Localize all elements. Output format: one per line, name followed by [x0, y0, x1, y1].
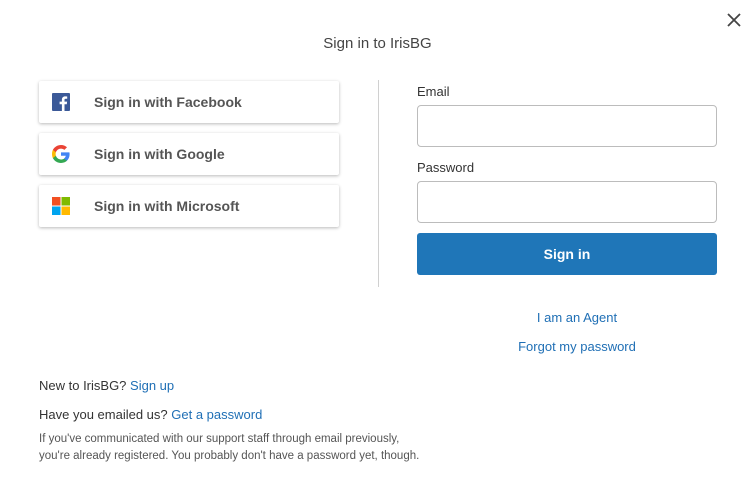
email-label: Email: [417, 84, 450, 99]
get-password-link[interactable]: Get a password: [171, 407, 262, 422]
signin-button[interactable]: Sign in: [417, 233, 717, 275]
close-icon: [724, 10, 744, 30]
microsoft-icon: [52, 197, 70, 215]
new-user-line: New to IrisBG? Sign up: [39, 378, 174, 393]
google-signin-button[interactable]: Sign in with Google: [39, 133, 339, 175]
password-label: Password: [417, 160, 475, 175]
microsoft-signin-label: Sign in with Microsoft: [94, 198, 240, 214]
google-signin-label: Sign in with Google: [94, 146, 225, 162]
facebook-signin-label: Sign in with Facebook: [94, 94, 242, 110]
signup-link[interactable]: Sign up: [130, 378, 174, 393]
emailed-line: Have you emailed us? Get a password: [39, 407, 262, 422]
microsoft-signin-button[interactable]: Sign in with Microsoft: [39, 185, 339, 227]
agent-link[interactable]: I am an Agent: [417, 310, 737, 325]
registration-note: If you've communicated with our support …: [39, 431, 459, 465]
facebook-signin-button[interactable]: Sign in with Facebook: [39, 81, 339, 123]
dialog-title: Sign in to IrisBG: [323, 35, 432, 52]
forgot-password-link[interactable]: Forgot my password: [417, 339, 737, 354]
google-icon: [52, 145, 70, 163]
note-line-2: you're already registered. You probably …: [39, 450, 420, 462]
note-line-1: If you've communicated with our support …: [39, 433, 400, 445]
facebook-icon: [52, 93, 70, 111]
new-user-text: New to IrisBG?: [39, 378, 127, 393]
vertical-divider: [378, 80, 379, 287]
emailed-text: Have you emailed us?: [39, 407, 168, 422]
password-field[interactable]: [417, 181, 717, 223]
email-field[interactable]: [417, 105, 717, 147]
close-button[interactable]: [724, 10, 744, 30]
